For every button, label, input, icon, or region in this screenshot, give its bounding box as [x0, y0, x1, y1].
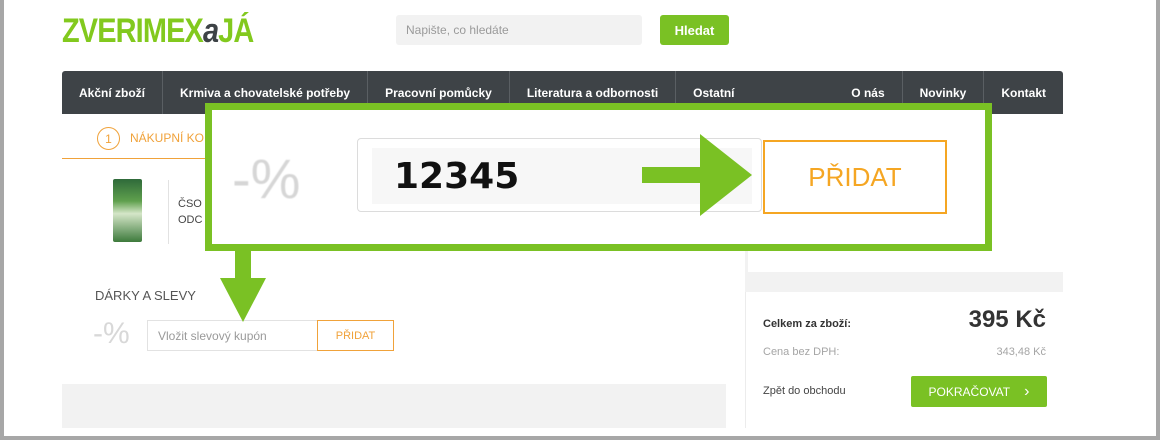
continue-button[interactable]: POKRAČOVAT ›	[911, 376, 1047, 407]
chevron-right-icon: ›	[1024, 382, 1030, 400]
step-label[interactable]: NÁKUPNÍ KO	[130, 131, 204, 145]
total-label: Celkem za zboží:	[763, 318, 852, 330]
bottom-gray-bar	[62, 384, 726, 428]
total-price: 395 Kč	[968, 306, 1046, 333]
product-name[interactable]: ČSO ODC	[178, 196, 202, 228]
zoom-add-button[interactable]: PŘIDAT	[763, 140, 947, 214]
divider	[168, 180, 169, 244]
search-button[interactable]: Hledat	[660, 15, 729, 45]
coupon-add-button[interactable]: PŘIDAT	[317, 320, 394, 351]
zoom-callout: -% 12345 PŘIDAT	[205, 103, 992, 251]
net-price-label: Cena bez DPH:	[763, 346, 840, 358]
nav-item-kontakt[interactable]: Kontakt	[983, 71, 1063, 114]
summary-gap	[745, 274, 1063, 292]
order-summary: Celkem za zboží: 395 Kč Cena bez DPH: 34…	[745, 292, 1063, 428]
product-image[interactable]	[113, 179, 142, 242]
net-price: 343,48 Kč	[996, 346, 1046, 358]
step-number: 1	[97, 127, 120, 150]
discount-percent-icon: -%	[93, 317, 130, 350]
arrow-right-icon	[642, 134, 752, 216]
gifts-title: DÁRKY A SLEVY	[95, 288, 196, 303]
back-to-shop-link[interactable]: Zpět do obchodu	[763, 385, 846, 397]
site-logo[interactable]: ZVERIMEXaJÁ	[62, 12, 254, 51]
arrow-down-icon	[220, 250, 266, 322]
zoom-percent-icon: -%	[232, 147, 301, 210]
search-input[interactable]	[396, 15, 642, 45]
nav-item-akcni-zbozi[interactable]: Akční zboží	[62, 71, 164, 114]
continue-label: POKRAČOVAT	[928, 384, 1011, 399]
zoom-coupon-code: 12345	[394, 156, 520, 197]
